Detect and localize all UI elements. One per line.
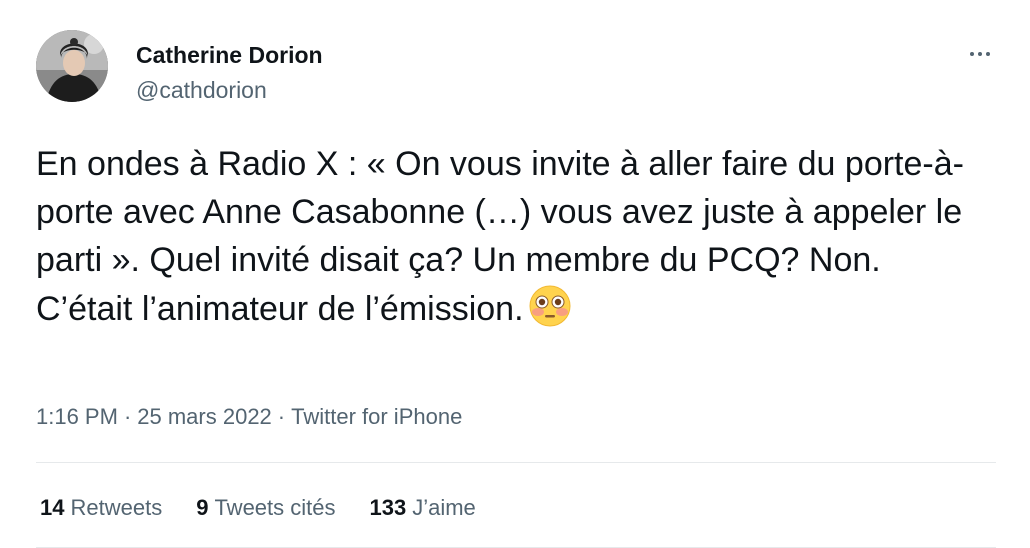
avatar-photo-icon [36,30,108,102]
divider [36,462,996,463]
likes-label: J’aime [412,495,476,520]
tweet-stats: 14 Retweets 9 Tweets cités 133 J’aime [40,493,476,523]
author-handle[interactable]: @cathdorion [136,76,267,104]
likes-stat[interactable]: 133 J’aime [370,493,476,523]
tweet-date[interactable]: 25 mars 2022 [137,404,272,429]
quote-tweets-label: Tweets cités [214,495,336,520]
retweets-stat[interactable]: 14 Retweets [40,493,162,523]
tweet-text-content: En ondes à Radio X : « On vous invite à … [36,145,972,328]
author-name[interactable]: Catherine Dorion [136,41,323,69]
tweet-metadata: 1:16 PM · 25 mars 2022 · Twitter for iPhone [36,402,462,432]
quote-tweets-count: 9 [196,495,209,520]
tweet-card: Catherine Dorion @cathdorion En ondes à … [0,0,1030,548]
more-dot-icon [970,52,974,56]
retweets-count: 14 [40,495,65,520]
retweets-label: Retweets [70,495,163,520]
flushed-face-emoji-icon [528,284,572,328]
tweet-time[interactable]: 1:16 PM [36,404,118,429]
meta-separator: · [123,404,132,429]
tweet-text: En ondes à Radio X : « On vous invite à … [36,140,986,333]
meta-separator: · [277,404,286,429]
quote-tweets-stat[interactable]: 9 Tweets cités [196,493,335,523]
more-options-button[interactable] [962,44,998,64]
more-dot-icon [978,52,982,56]
author-avatar[interactable] [36,30,108,102]
more-dot-icon [986,52,990,56]
tweet-source[interactable]: Twitter for iPhone [291,404,462,429]
likes-count: 133 [369,495,407,520]
